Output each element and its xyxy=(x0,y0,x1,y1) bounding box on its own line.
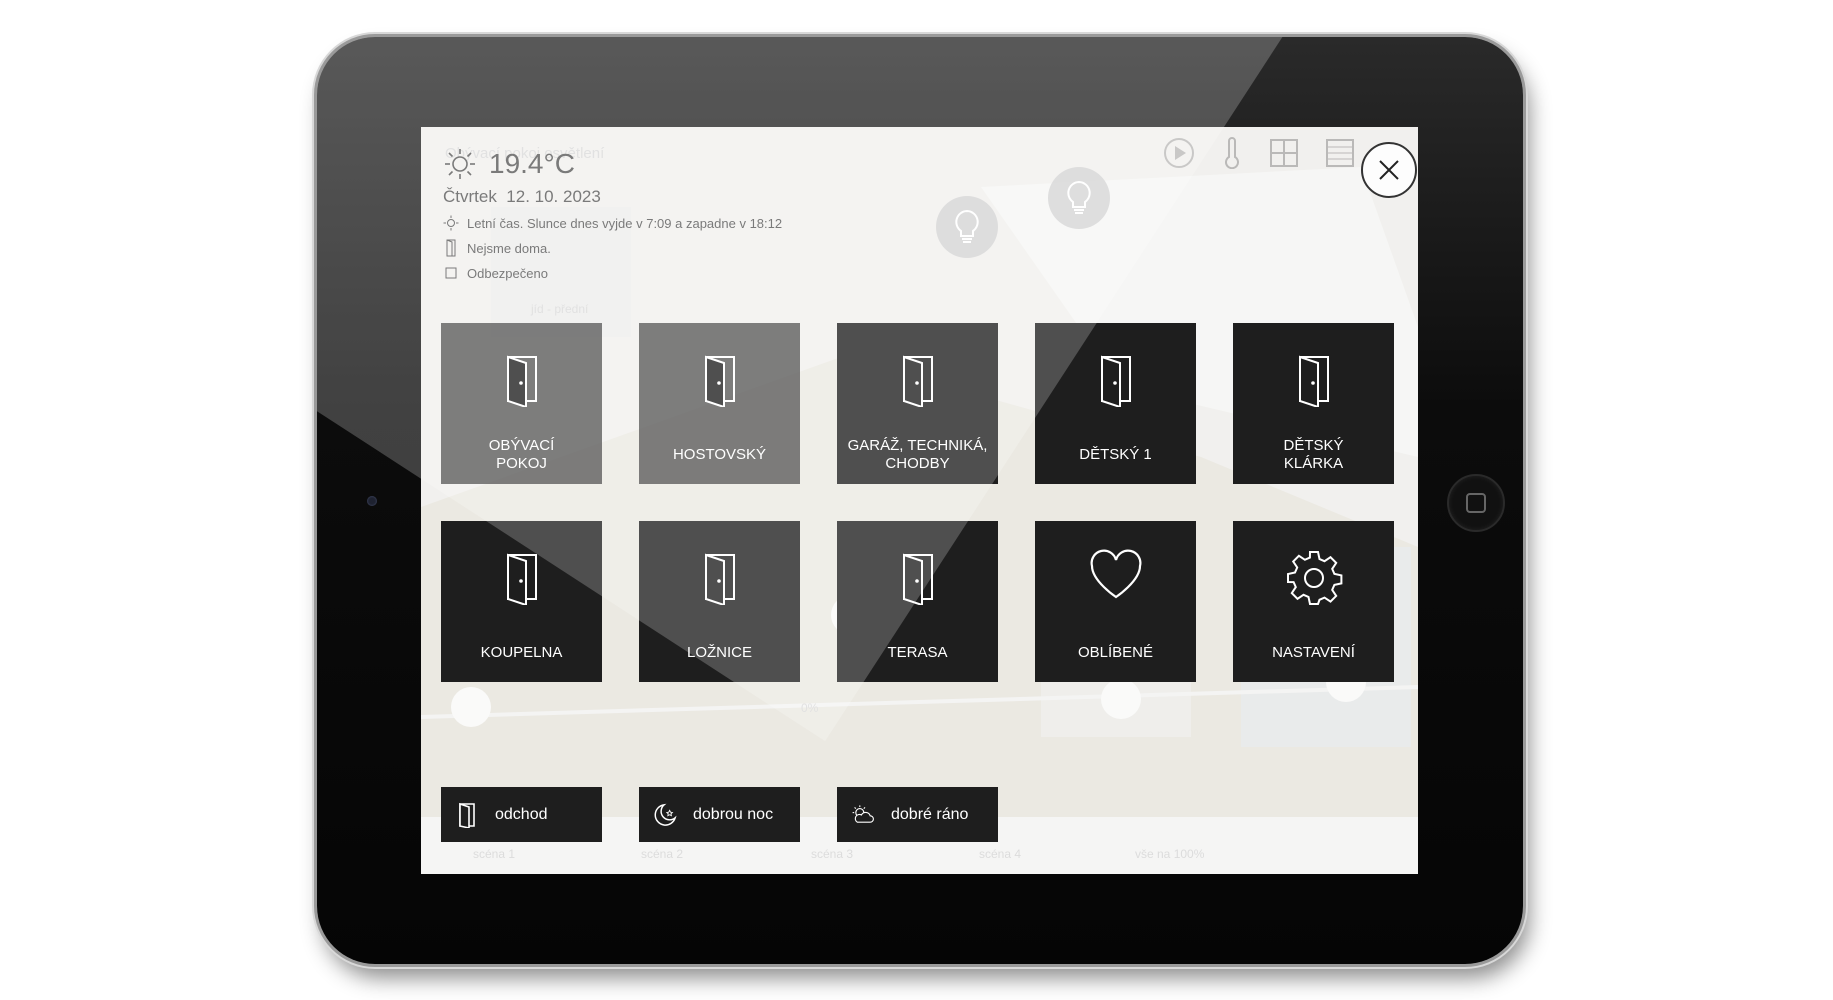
home-button[interactable] xyxy=(1447,474,1505,532)
door-icon xyxy=(506,553,537,605)
temperature: 19.4°C xyxy=(489,148,575,179)
door-small-icon xyxy=(446,239,456,257)
room-tile-terasa[interactable]: TERASA xyxy=(837,521,998,682)
app-screen: Obývací pokoj osvětlení jíd - přední 0% … xyxy=(421,127,1418,874)
close-button[interactable] xyxy=(1361,142,1417,198)
door-icon xyxy=(459,802,475,828)
sun-icon xyxy=(445,149,475,179)
room-label: LOŽNICE xyxy=(686,644,752,661)
room-tile-garaz[interactable]: GARÁŽ, TECHNIKÁ, CHODBY xyxy=(837,323,998,484)
weather-panel: 19.4°C Čtvrtek 12. 10. 2023 Letní čas. S… xyxy=(443,147,782,281)
sun-small-icon xyxy=(443,215,459,231)
top-toolbar xyxy=(1163,137,1355,169)
room-label: OBÝVACÍ POKOJ xyxy=(488,437,555,472)
door-icon xyxy=(902,355,933,407)
favorites-label: OBLÍBENÉ xyxy=(1077,644,1154,661)
scene-label: dobré ráno xyxy=(891,805,969,823)
room-label: DĚTSKÝ 1 xyxy=(1079,446,1152,463)
door-icon xyxy=(902,553,933,605)
faded-scene-label: scéna 3 xyxy=(811,847,854,861)
door-icon xyxy=(1298,355,1329,407)
scene-button-dobrou-noc[interactable]: dobrou noc xyxy=(639,787,800,842)
room-tile-loznice[interactable]: LOŽNICE xyxy=(639,521,800,682)
room-tile-detsky-klarka[interactable]: DĚTSKÝ KLÁRKA xyxy=(1233,323,1394,484)
room-label: HOSTOVSKÝ xyxy=(672,446,767,463)
close-icon xyxy=(1379,160,1399,180)
sun-cloud-icon xyxy=(852,804,874,823)
moon-icon xyxy=(654,803,677,826)
front-camera xyxy=(367,496,377,506)
weekday: Čtvrtek xyxy=(443,187,497,206)
presence-status: Nejsme doma. xyxy=(467,240,551,256)
door-icon xyxy=(704,355,735,407)
door-icon xyxy=(1100,355,1131,407)
room-tile-obyvaci-pokoj[interactable]: OBÝVACÍ POKOJ xyxy=(441,323,602,484)
window-icon[interactable] xyxy=(1269,137,1299,169)
faded-scene-label: scéna 1 xyxy=(473,847,516,861)
room-label: DĚTSKÝ KLÁRKA xyxy=(1283,437,1344,472)
scene-label: odchod xyxy=(495,805,548,823)
sun-info: Letní čas. Slunce dnes vyjde v 7:09 a za… xyxy=(467,215,783,231)
gear-icon xyxy=(1286,551,1342,605)
heart-icon xyxy=(1090,549,1141,599)
faded-percent: 0% xyxy=(801,701,819,715)
settings-tile[interactable]: NASTAVENÍ xyxy=(1233,521,1394,682)
scene-label: dobrou noc xyxy=(693,805,774,823)
faded-scene-label: vše na 100% xyxy=(1135,847,1205,861)
play-icon[interactable] xyxy=(1163,137,1195,169)
date: 12. 10. 2023 xyxy=(506,187,601,206)
faded-scene-label: scéna 4 xyxy=(979,847,1022,861)
light-bulb-icon[interactable] xyxy=(936,196,998,258)
room-tile-hostovsky[interactable]: HOSTOVSKÝ xyxy=(639,323,800,484)
room-label: TERASA xyxy=(887,644,948,661)
door-icon xyxy=(704,553,735,605)
room-label: GARÁŽ, TECHNIKÁ, CHODBY xyxy=(847,437,988,472)
settings-label: NASTAVENÍ xyxy=(1272,644,1355,661)
security-icon xyxy=(445,267,457,279)
scene-button-odchod[interactable]: odchod xyxy=(441,787,602,842)
blinds-icon[interactable] xyxy=(1325,137,1355,169)
light-bulb-icon[interactable] xyxy=(1048,167,1110,229)
security-status: Odbezpečeno xyxy=(467,265,548,281)
thermometer-icon[interactable] xyxy=(1221,137,1243,169)
room-tile-koupelna[interactable]: KOUPELNA xyxy=(441,521,602,682)
room-tile-detsky-1[interactable]: DĚTSKÝ 1 xyxy=(1035,323,1196,484)
room-label: KOUPELNA xyxy=(480,644,563,661)
scene-button-dobre-rano[interactable]: dobré ráno xyxy=(837,787,998,842)
door-icon xyxy=(506,355,537,407)
faded-caption: jíd - přední xyxy=(531,302,589,316)
favorites-tile[interactable]: OBLÍBENÉ xyxy=(1035,521,1196,682)
faded-scene-label: scéna 2 xyxy=(641,847,684,861)
